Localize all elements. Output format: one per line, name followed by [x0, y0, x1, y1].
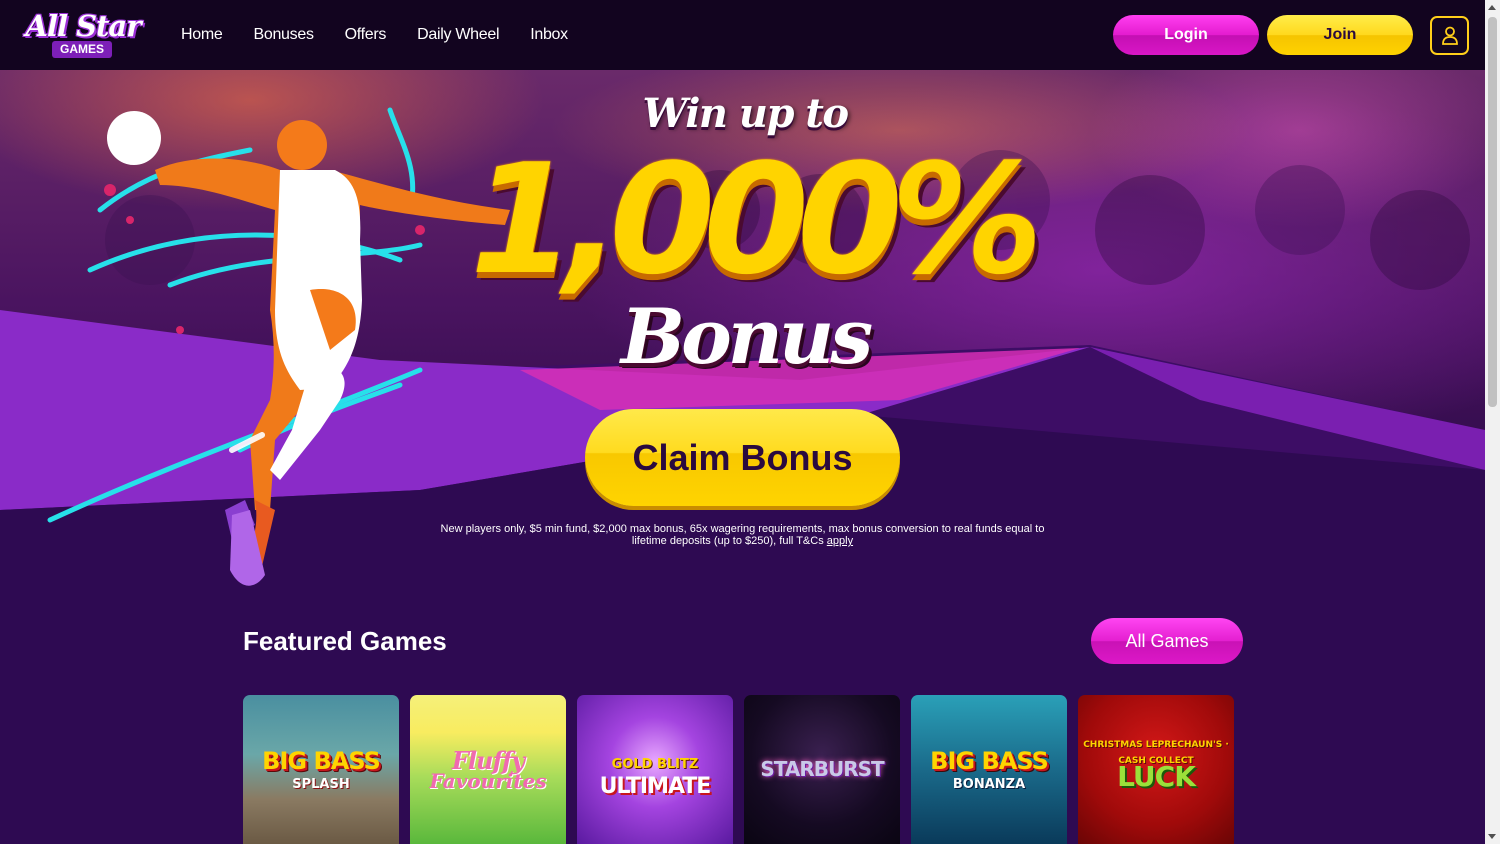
game-subtitle: BONANZA — [952, 777, 1026, 792]
featured-games-heading: Featured Games — [243, 626, 447, 656]
scroll-up-arrow-icon[interactable] — [1488, 5, 1496, 10]
game-tile-gold-blitz-ultimate[interactable]: GOLD BLITZ ULTIMATE — [577, 695, 733, 844]
game-title: STARBURST — [760, 757, 884, 781]
logo-wordmark: All Star — [25, 9, 141, 43]
hero-bonus-amount: 1,000% — [470, 131, 1043, 308]
game-tile-starburst[interactable]: STARBURST — [744, 695, 900, 844]
page-scrollbar[interactable] — [1485, 0, 1500, 844]
account-button[interactable] — [1430, 16, 1469, 55]
game-title: ULTIMATE — [599, 774, 712, 799]
login-button[interactable]: Login — [1113, 15, 1259, 55]
game-tile-christmas-leprechauns-luck[interactable]: LUCK CHRISTMAS LEPRECHAUN'S · CASH COLLE… — [1078, 695, 1234, 844]
all-games-button[interactable]: All Games — [1091, 618, 1243, 664]
terms-apply-link[interactable]: apply — [827, 535, 853, 547]
game-title: BIG BASS — [262, 747, 381, 775]
hero-headline-top: Win up to — [642, 90, 849, 137]
scroll-thumb[interactable] — [1488, 17, 1497, 407]
game-tile-fluffy-favourites[interactable]: Fluffy Favourites — [410, 695, 566, 844]
main-nav: Home Bonuses Offers Daily Wheel Inbox — [181, 24, 568, 46]
game-subtitle: Favourites — [429, 769, 547, 793]
nav-offers[interactable]: Offers — [345, 24, 387, 46]
game-subtitle: GOLD BLITZ — [611, 757, 699, 772]
nav-bonuses[interactable]: Bonuses — [253, 24, 313, 46]
game-subtitle: SPLASH — [292, 777, 350, 792]
logo-subtitle: GAMES — [52, 41, 112, 58]
nav-inbox[interactable]: Inbox — [530, 24, 568, 46]
user-icon — [1442, 26, 1458, 45]
hero-headline-bottom: Bonus — [620, 292, 873, 381]
site-logo[interactable]: All Star GAMES — [16, 10, 150, 60]
basketball-icon — [107, 111, 161, 165]
game-title: BIG BASS — [930, 747, 1049, 775]
game-tile-big-bass-bonanza[interactable]: BIG BASS BONANZA — [911, 695, 1067, 844]
game-tile-big-bass-splash[interactable]: BIG BASS SPLASH — [243, 695, 399, 844]
terms-text: New players only, $5 min fund, $2,000 ma… — [440, 523, 1045, 547]
game-subtitle: CHRISTMAS LEPRECHAUN'S · CASH COLLECT — [1083, 740, 1229, 766]
nav-home[interactable]: Home — [181, 24, 223, 46]
join-button[interactable]: Join — [1267, 15, 1413, 55]
bonus-terms: New players only, $5 min fund, $2,000 ma… — [440, 523, 1045, 547]
claim-bonus-button[interactable]: Claim Bonus — [585, 409, 900, 506]
nav-daily-wheel[interactable]: Daily Wheel — [417, 24, 499, 46]
featured-games-row: BIG BASS SPLASH Fluffy Favourites GOLD B… — [243, 695, 1234, 844]
top-navigation-bar: All Star GAMES Home Bonuses Offers Daily… — [0, 0, 1485, 70]
scroll-down-arrow-icon[interactable] — [1488, 834, 1496, 839]
